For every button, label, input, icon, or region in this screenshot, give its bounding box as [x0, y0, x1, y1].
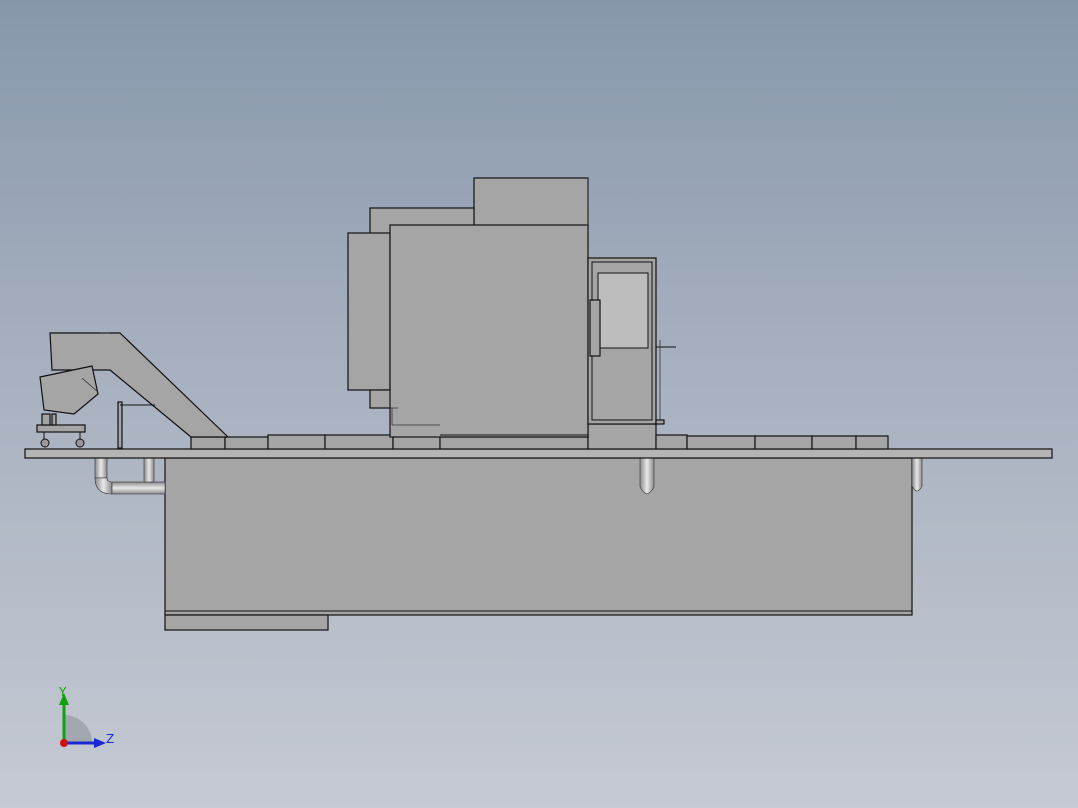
graphics-viewport[interactable]: Y Z	[0, 0, 1078, 808]
z-axis-label: Z	[106, 732, 114, 746]
base-tank	[164, 457, 913, 631]
triad-plane-icon	[64, 715, 92, 743]
y-axis-label: Y	[58, 685, 67, 699]
chip-cart	[36, 413, 86, 448]
machine-enclosure	[347, 177, 589, 438]
x-axis-dot	[60, 739, 68, 747]
orientation-triad: Y Z	[58, 685, 114, 748]
floor-slab	[24, 448, 1053, 459]
control-cabinet	[587, 257, 676, 425]
cabinet-window	[597, 272, 649, 349]
cad-model-view[interactable]	[0, 0, 1078, 808]
